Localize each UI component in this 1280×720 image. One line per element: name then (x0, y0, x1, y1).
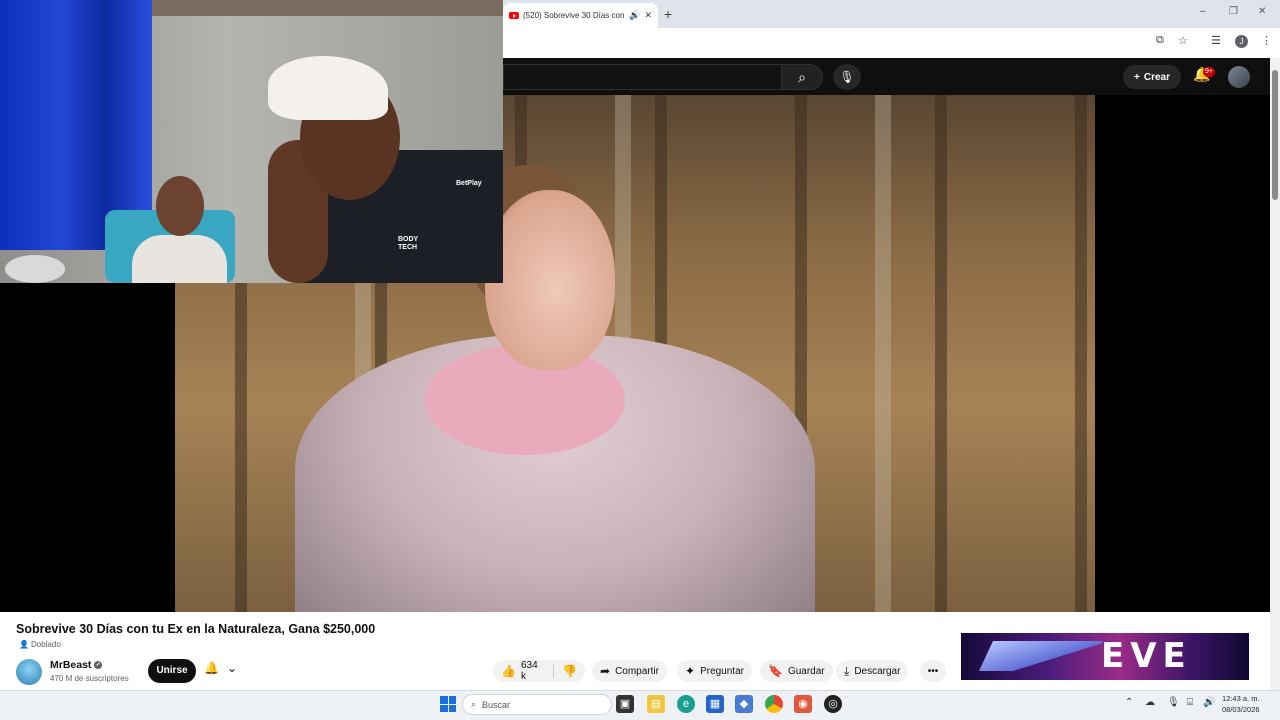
notifications-badge: 9+ (1203, 67, 1215, 77)
ask-button[interactable]: ✦ Preguntar (677, 660, 752, 682)
share-button[interactable]: ➦ Compartir (592, 660, 667, 682)
like-dislike-group: 👍 634 k 👎 (493, 660, 585, 682)
windows-start-icon[interactable] (440, 696, 456, 712)
account-avatar[interactable] (1228, 66, 1250, 88)
store-icon[interactable]: ▦ (706, 695, 724, 713)
new-tab-plus-icon[interactable]: + (664, 6, 672, 22)
onedrive-cloud-icon[interactable]: ☁ (1145, 697, 1155, 708)
youtube-favicon-icon (509, 12, 519, 19)
profile-avatar-icon[interactable]: J (1235, 35, 1248, 48)
sparkle-icon: ✦ (685, 664, 696, 678)
download-button[interactable]: ⤓ Descargar (836, 660, 909, 682)
windows-taskbar (0, 690, 1280, 720)
create-label: Crear (1143, 71, 1170, 83)
webcam-guy-cap (268, 56, 388, 120)
search-icon: ⌕ (471, 699, 477, 709)
dislike-icon[interactable]: 👎 (562, 664, 577, 678)
webcam-shoe (5, 255, 65, 283)
save-button[interactable]: 🔖 Guardar (760, 660, 833, 682)
bell-icon: 🔔 (204, 661, 219, 675)
volume-icon[interactable]: 🔊 (1203, 697, 1215, 708)
window-close-icon[interactable]: ✕ (1258, 6, 1266, 17)
share-label: Compartir (615, 665, 659, 677)
like-count[interactable]: 634 k (521, 660, 545, 682)
more-actions-button[interactable]: ••• (920, 660, 946, 682)
screen: (520) Sobrevive 30 Días con 🔊 ✕ + – ❐ ✕ … (0, 0, 1280, 720)
plus-icon: + (1134, 71, 1140, 83)
like-divider (553, 664, 555, 678)
more-horizontal-icon: ••• (927, 665, 939, 677)
search-icon[interactable]: ⌕ (781, 64, 823, 90)
video-person-face (485, 190, 615, 370)
clock-date: 08/03/2026 (1222, 705, 1260, 714)
search-input[interactable] (503, 64, 781, 90)
bookmark-star-icon[interactable]: ☆ (1178, 34, 1188, 47)
microphone-icon[interactable]: 🎙 (833, 64, 861, 90)
jersey-sponsor-text-2: BODY TECH (398, 236, 419, 251)
scrollbar-thumb[interactable] (1272, 70, 1278, 200)
browser-menu-icon[interactable]: ⋮ (1261, 34, 1272, 47)
webcam-overlay: BetPlay BODY TECH (0, 0, 503, 283)
minimize-icon[interactable]: – (1200, 6, 1206, 17)
subscription-bell-button[interactable]: 🔔 ⌄ (204, 661, 237, 675)
tray-chevron-up-icon[interactable]: ⌃ (1125, 697, 1133, 708)
subscriber-count: 470 M de suscriptores (50, 674, 129, 683)
bookmark-icon: 🔖 (768, 664, 783, 678)
file-explorer-icon[interactable]: ▤ (647, 695, 665, 713)
create-button[interactable]: + Crear (1123, 65, 1181, 89)
share-icon: ➦ (600, 664, 611, 678)
taskbar-search[interactable]: ⌕ Buscar (462, 694, 612, 715)
tab-title: (520) Sobrevive 30 Días con (523, 11, 625, 20)
edge-browser-icon[interactable]: e (677, 695, 695, 713)
browser-tab-youtube[interactable]: (520) Sobrevive 30 Días con 🔊 ✕ (503, 3, 658, 28)
taskbar-clock[interactable]: 12:43 a. m. 08/03/2026 (1222, 693, 1260, 715)
install-app-icon[interactable]: ⧉ (1156, 34, 1164, 47)
like-icon[interactable]: 👍 (501, 664, 516, 678)
verified-check-icon: ✓ (94, 661, 103, 669)
taskbar-search-placeholder: Buscar (482, 699, 511, 710)
task-view-icon[interactable]: ▣ (616, 695, 634, 713)
clock-time: 12:43 a. m. (1222, 694, 1260, 703)
video-pillarbox-right (1095, 95, 1270, 612)
dubbed-label: Doblado (30, 640, 61, 649)
maximize-icon[interactable]: ❐ (1229, 6, 1238, 17)
close-icon[interactable]: ✕ (644, 10, 652, 21)
obs-icon[interactable]: ◎ (824, 695, 842, 713)
eve-ad-banner[interactable]: EVE (961, 633, 1249, 680)
chevron-down-icon: ⌄ (226, 661, 238, 675)
download-icon: ⤓ (844, 663, 850, 678)
channel-name-row[interactable]: MrBeast ✓ (50, 659, 103, 671)
person-voice-icon: 👤 (19, 640, 29, 649)
webcam-girl-head (156, 176, 204, 236)
microphone-tray-icon[interactable]: 🎙 (1167, 697, 1180, 708)
download-label: Descargar (854, 665, 901, 677)
video-pillarbox-left (0, 283, 175, 612)
ask-label: Preguntar (700, 665, 744, 677)
jersey-sponsor-text: BetPlay (456, 180, 482, 187)
network-icon[interactable]: ⌸ (1187, 697, 1193, 708)
speaker-icon[interactable]: 🔊 (629, 10, 640, 21)
chrome-icon[interactable] (765, 695, 783, 713)
webcam-ceiling (150, 0, 503, 16)
ad-logo: EVE (1101, 636, 1192, 676)
channel-name: MrBeast (50, 659, 92, 671)
webcam-girl-top (132, 235, 227, 283)
app-icon[interactable]: ◆ (735, 695, 753, 713)
channel-avatar[interactable] (16, 659, 42, 685)
save-label: Guardar (787, 665, 825, 677)
join-button[interactable]: Unirse (148, 659, 196, 683)
video-title: Sobrevive 30 Días con tu Ex en la Natura… (16, 622, 376, 636)
ad-spaceship-graphic (979, 641, 1103, 671)
recording-app-icon[interactable]: ◉ (794, 695, 812, 713)
dubbed-indicator: 👤 Doblado (19, 640, 61, 649)
reading-list-icon[interactable]: ☰ (1211, 34, 1221, 47)
